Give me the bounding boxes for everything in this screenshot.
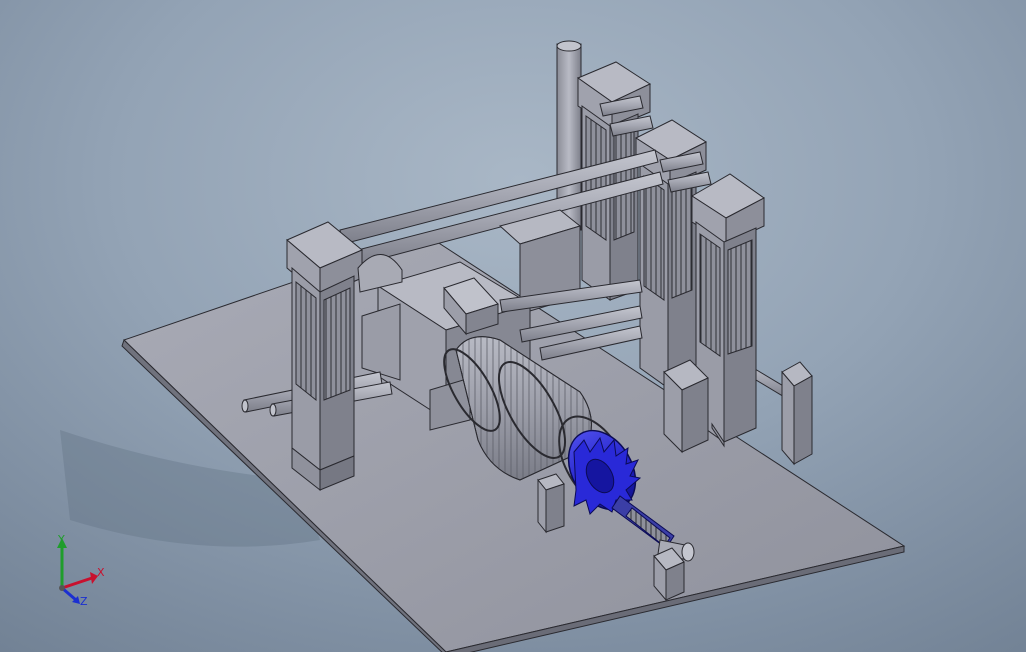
x-axis-arrow: [61, 576, 93, 590]
z-axis-label: Z: [80, 595, 88, 608]
axis-triad: Y X Z: [48, 532, 118, 612]
y-axis-label: Y: [58, 533, 65, 546]
x-axis-label: X: [97, 566, 105, 579]
graphics-viewport[interactable]: Y X Z: [0, 0, 1026, 652]
3d-model-scene[interactable]: [0, 0, 1026, 652]
